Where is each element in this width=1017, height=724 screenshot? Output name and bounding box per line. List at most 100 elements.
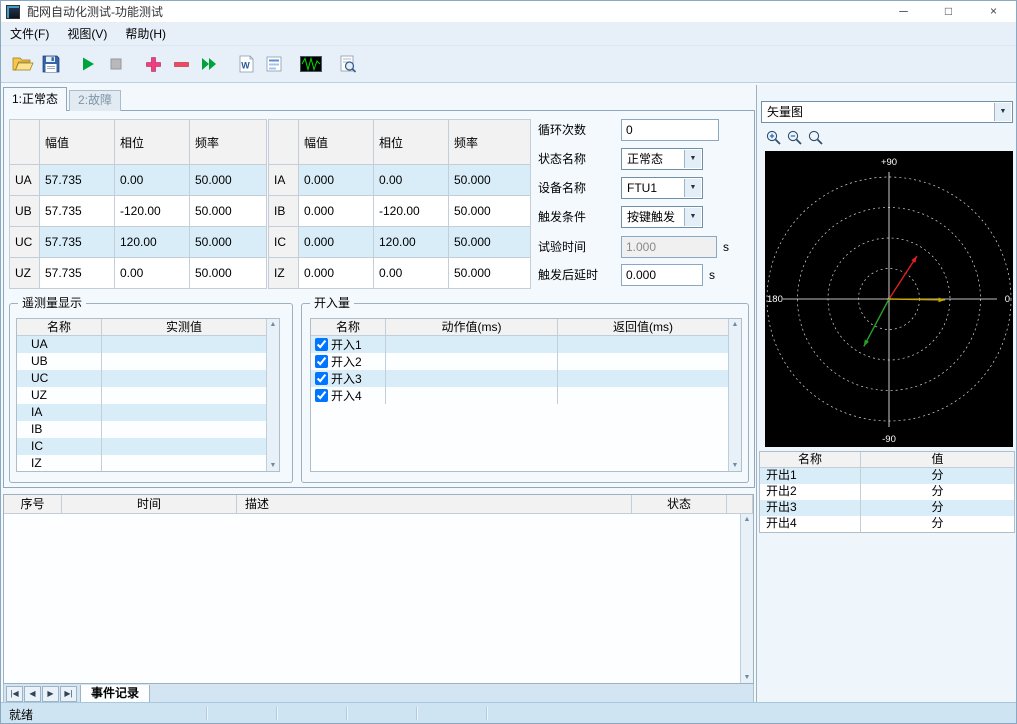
voltage-ub-amplitude-cell[interactable]: 57.735 [39,195,115,227]
scroll-up-icon[interactable]: ▲ [732,321,739,328]
statusbar-separator [206,707,208,720]
scroll-down-icon[interactable]: ▼ [270,462,277,469]
start-test-button[interactable] [74,51,102,78]
voltage-uc-amplitude-cell[interactable]: 57.735 [39,226,115,258]
waveform-button[interactable] [297,51,325,78]
tab-normal-state[interactable]: 1:正常态 [3,87,68,111]
current-ib-frequency-cell[interactable]: 50.000 [448,195,531,227]
voltage-uz-phase-cell[interactable]: 0.00 [114,257,190,289]
cycle-count-input[interactable] [621,119,719,141]
menu-help[interactable]: 帮助(H) [116,23,175,46]
current-ia-phase-cell[interactable]: 0.00 [373,164,449,196]
current-iz-amplitude-cell[interactable]: 0.000 [298,257,374,289]
remove-state-button[interactable] [167,51,195,78]
current-ic-phase-cell[interactable]: 120.00 [373,226,449,258]
save-button[interactable] [37,51,65,78]
open-folder-icon [12,57,34,71]
play-icon [83,57,94,71]
preview-button[interactable] [334,51,362,78]
voltage-ub-frequency-cell[interactable]: 50.000 [189,195,267,227]
last-tab-button[interactable]: ▶| [60,685,77,702]
digital-input-scrollbar[interactable]: ▲ ▼ [728,319,741,471]
do-3-name: 开出3 [760,500,861,516]
di-2-return-cell [558,353,728,370]
status-text: 就绪 [9,708,34,722]
current-iz-phase-cell[interactable]: 0.00 [373,257,449,289]
di-3-checkbox[interactable] [315,372,328,385]
di-action-header: 动作值(ms) [386,319,558,335]
save-floppy-icon [42,55,60,73]
tab-fault-state[interactable]: 2:故障 [69,90,122,111]
device-name-value: FTU1 [627,181,657,195]
voltage-ub-phase-cell[interactable]: -120.00 [114,195,190,227]
view-mode-select[interactable]: 矢量图 ▼ [761,101,1013,123]
telemetry-value-header: 实测值 [165,320,202,334]
event-list [4,514,739,683]
voltage-uz-frequency-cell[interactable]: 50.000 [189,257,267,289]
report-view-button[interactable] [260,51,288,78]
telemetry-scrollbar[interactable]: ▲ ▼ [266,319,279,471]
voltage-ua-amplitude-cell[interactable]: 57.735 [39,164,115,196]
voltage-ua-frequency-cell[interactable]: 50.000 [189,164,267,196]
state-name-select[interactable]: 正常态 ▼ [621,148,703,170]
statusbar-separator [486,707,488,720]
trigger-delay-input[interactable] [621,264,703,286]
waveform-icon [300,56,322,72]
scroll-up-icon[interactable]: ▲ [270,321,277,328]
current-row-header-ib: IB [268,195,299,227]
voltage-uc-frequency-cell[interactable]: 50.000 [189,226,267,258]
prev-tab-button[interactable]: ◀ [24,685,41,702]
trigger-condition-select[interactable]: 按键触发 ▼ [621,206,703,228]
voltage-row-header-ub: UB [9,195,40,227]
menu-file[interactable]: 文件(F) [1,23,58,46]
word-document-icon: W [239,55,254,73]
word-report-button[interactable]: W [232,51,260,78]
close-button[interactable]: × [971,1,1016,23]
device-name-select[interactable]: FTU1 ▼ [621,177,703,199]
di-1-checkbox[interactable] [315,338,328,351]
telemetry-row: UC [17,370,266,387]
do-row: 开出2 分 [760,484,1014,500]
chevron-down-icon: ▼ [994,103,1011,121]
open-button[interactable] [9,51,37,78]
event-scrollbar[interactable]: ▲ ▼ [740,514,753,683]
di-2-checkbox[interactable] [315,355,328,368]
event-header-filler [727,495,753,513]
report-document-icon [266,56,282,72]
first-tab-button[interactable]: |◀ [6,685,23,702]
zoom-out-button[interactable] [784,128,804,147]
minimize-button[interactable]: ─ [881,1,926,23]
current-iz-frequency-cell[interactable]: 50.000 [448,257,531,289]
next-tab-button[interactable]: ▶ [42,685,59,702]
di-2-action-cell [386,353,558,370]
menu-view[interactable]: 视图(V) [58,23,116,46]
scroll-up-icon[interactable]: ▲ [744,516,751,523]
maximize-button[interactable]: □ [926,1,971,23]
zoom-in-button[interactable] [763,128,783,147]
stop-test-button[interactable] [102,51,130,78]
run-all-button[interactable] [195,51,223,78]
current-ib-amplitude-cell[interactable]: 0.000 [298,195,374,227]
current-ia-amplitude-cell[interactable]: 0.000 [298,164,374,196]
preview-magnifier-icon [340,55,357,73]
voltage-uz-amplitude-cell[interactable]: 57.735 [39,257,115,289]
scroll-down-icon[interactable]: ▼ [744,674,751,681]
voltage-uc-phase-cell[interactable]: 120.00 [114,226,190,258]
current-ib-phase-cell[interactable]: -120.00 [373,195,449,227]
chevron-down-icon: ▼ [684,208,701,226]
event-log-tab[interactable]: 事件记录 [80,684,151,703]
current-ic-frequency-cell[interactable]: 50.000 [448,226,531,258]
event-header-status: 状态 [632,495,727,513]
axis-label-top: +90 [881,157,897,168]
di-4-checkbox[interactable] [315,389,328,402]
event-header-time: 时间 [62,495,237,513]
voltage-ua-phase-cell[interactable]: 0.00 [114,164,190,196]
current-ic-amplitude-cell[interactable]: 0.000 [298,226,374,258]
zoom-reset-button[interactable] [805,128,825,147]
plus-icon [145,56,161,72]
add-state-button[interactable] [139,51,167,78]
scroll-down-icon[interactable]: ▼ [732,462,739,469]
view-mode-value: 矢量图 [767,105,804,119]
trigger-condition-value: 按键触发 [627,210,676,224]
current-ia-frequency-cell[interactable]: 50.000 [448,164,531,196]
